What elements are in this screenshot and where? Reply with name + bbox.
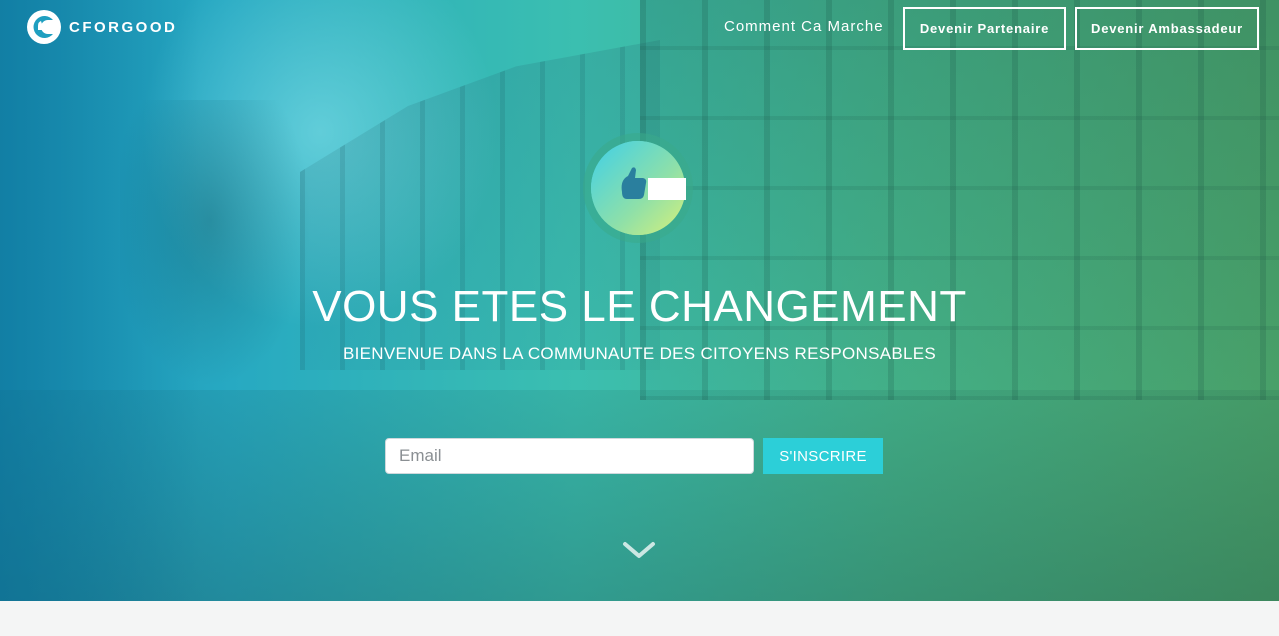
next-section-strip <box>0 601 1279 636</box>
brand-logo-icon <box>27 10 61 44</box>
brand-logo-link[interactable]: CFORGOOD <box>26 9 177 45</box>
become-partner-button[interactable]: Devenir Partenaire <box>903 7 1066 50</box>
email-input[interactable] <box>385 438 754 474</box>
hero-subheadline: BIENVENUE DANS LA COMMUNAUTE DES CITOYEN… <box>342 344 937 363</box>
subscribe-button[interactable]: S'INSCRIRE <box>763 438 883 474</box>
chevron-down-icon[interactable] <box>621 538 657 562</box>
brand-name: CFORGOOD <box>69 18 178 36</box>
hero-headline: VOUS ETES LE CHANGEMENT <box>312 282 967 331</box>
become-ambassador-button[interactable]: Devenir Ambassadeur <box>1075 7 1259 50</box>
nav-link-comment-ca-marche[interactable]: Comment Ca Marche <box>724 18 884 35</box>
thumbs-up-c-logo-icon <box>583 133 693 243</box>
hero-section: CFORGOOD Comment Ca Marche Devenir Parte… <box>0 0 1279 601</box>
hero-photo-building-right <box>640 0 1279 400</box>
